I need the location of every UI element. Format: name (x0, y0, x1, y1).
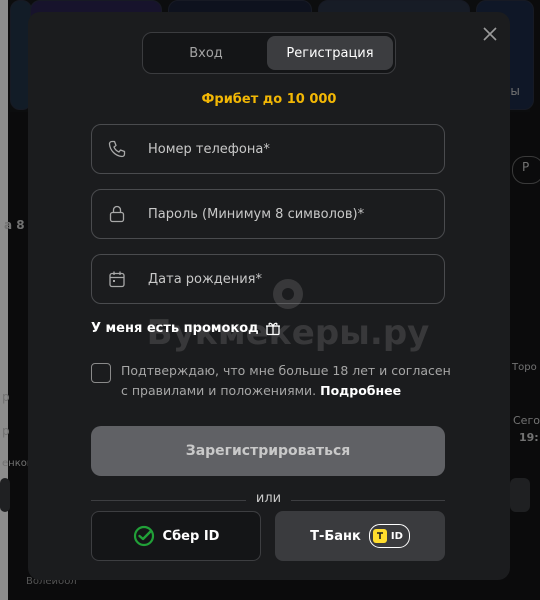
close-icon (483, 27, 497, 41)
lock-icon (106, 203, 128, 225)
birthdate-input[interactable] (146, 270, 440, 288)
bonus-banner: Фрибет до 10 000 (201, 92, 337, 107)
tbank-id-button[interactable]: Т-Банк ID (275, 511, 445, 561)
sber-id-button[interactable]: Сбер ID (91, 511, 261, 561)
gift-icon (265, 320, 281, 336)
tab-register[interactable]: Регистрация (267, 36, 393, 70)
tbank-id-badge: ID (368, 524, 410, 548)
calendar-icon (106, 268, 128, 290)
age-checkbox[interactable] (91, 363, 111, 383)
password-input[interactable] (146, 205, 440, 223)
phone-input[interactable] (146, 140, 440, 158)
divider-line (91, 500, 246, 501)
birthdate-field[interactable] (91, 254, 445, 304)
promo-label: У меня есть промокод (91, 320, 259, 336)
or-divider: или (91, 491, 445, 507)
auth-tabs: Вход Регистрация (142, 32, 396, 74)
age-confirmation-text: Подтверждаю, что мне больше 18 лет и сог… (121, 361, 451, 401)
register-button[interactable]: Зарегистрироваться (91, 426, 445, 476)
phone-field[interactable] (91, 124, 445, 174)
tbank-id-text: ID (390, 530, 403, 542)
terms-link[interactable]: Подробнее (320, 383, 401, 398)
tbank-shield-icon (372, 529, 387, 543)
phone-icon (106, 138, 128, 160)
divider-line (291, 500, 445, 501)
tab-login[interactable]: Вход (146, 36, 266, 70)
age-confirmation-label: Подтверждаю, что мне больше 18 лет и сог… (121, 363, 451, 398)
registration-modal: Вход Регистрация Фрибет до 10 000 Номер … (28, 12, 510, 580)
sber-id-label: Сбер ID (162, 528, 220, 544)
promo-toggle[interactable]: У меня есть промокод (91, 320, 281, 336)
sber-logo-icon (133, 525, 155, 547)
close-button[interactable] (478, 22, 502, 46)
tbank-label: Т-Банк (310, 528, 361, 544)
password-field[interactable] (91, 189, 445, 239)
age-confirmation: Подтверждаю, что мне больше 18 лет и сог… (91, 361, 451, 401)
divider-text: или (255, 491, 282, 506)
